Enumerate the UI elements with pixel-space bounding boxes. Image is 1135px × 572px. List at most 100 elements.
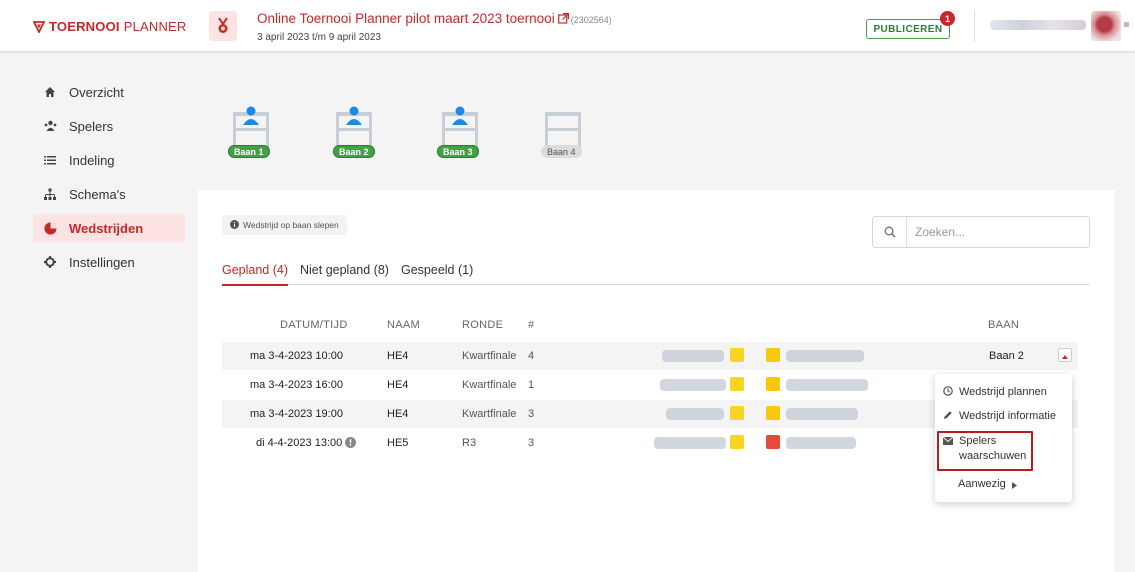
player-names-redacted [662, 350, 724, 362]
cell-datetime: ma 3-4-2023 10:00 [250, 350, 343, 362]
tournament-title-text[interactable]: Online Toernooi Planner pilot maart 2023… [257, 11, 555, 26]
sidebar-item-label: Spelers [69, 118, 114, 134]
list-icon [43, 153, 57, 167]
app-logo[interactable]: TOERNOOI PLANNER [33, 19, 187, 34]
player-names-redacted [786, 408, 858, 420]
sidebar-item-label: Overzicht [69, 84, 124, 100]
bracket-icon [43, 187, 57, 201]
player-icon [344, 106, 364, 129]
shield-logo-icon [33, 20, 45, 33]
court-label[interactable]: Baan 1 [228, 145, 270, 158]
caret-right-icon [1011, 480, 1017, 492]
col-header-number[interactable]: # [528, 319, 534, 331]
sidebar-item-wedstrijden[interactable]: Wedstrijden [33, 214, 185, 242]
court-net [545, 128, 581, 131]
player-flag-icon [766, 377, 780, 391]
header-divider [974, 10, 975, 42]
notification-badge: 1 [940, 11, 955, 26]
cell-round: Kwartfinale [462, 379, 517, 391]
user-name-redacted[interactable] [990, 20, 1086, 30]
shuttlecock-icon [43, 221, 57, 235]
sidebar-item-label: Indeling [69, 152, 115, 168]
cell-round: Kwartfinale [462, 350, 517, 362]
player-flag-icon [730, 435, 744, 449]
avatar[interactable] [1091, 11, 1121, 41]
search-box[interactable] [872, 216, 1090, 248]
player-names-redacted [654, 437, 726, 449]
home-icon [43, 85, 57, 99]
medal-icon [209, 11, 237, 41]
col-header-datetime[interactable]: DATUM/TIJD [280, 319, 348, 331]
player-flag-icon [730, 406, 744, 420]
user-menu-chevron-icon[interactable] [1124, 22, 1129, 27]
pencil-icon [943, 410, 953, 423]
cell-name: HE4 [387, 350, 409, 362]
search-icon [873, 217, 907, 247]
search-input[interactable] [907, 217, 1077, 247]
tab-gespeeld[interactable]: Gespeeld (1) [401, 263, 473, 285]
col-header-court[interactable]: BAAN [988, 319, 1019, 331]
publish-button[interactable]: PUBLICEREN [866, 19, 950, 39]
cell-datetime: ma 3-4-2023 19:00 [250, 408, 343, 420]
menu-item-plan[interactable]: Wedstrijd plannen [943, 386, 1047, 399]
cell-number: 3 [528, 437, 535, 449]
cell-round: Kwartfinale [462, 408, 517, 420]
cell-court: Baan 2 [989, 350, 1024, 362]
player-names-redacted [786, 379, 868, 391]
external-link-icon[interactable] [557, 12, 569, 27]
table-row[interactable]: ma 3-4-2023 10:00 HE4 Kwartfinale 4 Baan… [222, 342, 1078, 370]
drag-hint: Wedstrijd op baan slepen [222, 215, 347, 235]
tournament-title[interactable]: Online Toernooi Planner pilot maart 2023… [257, 11, 612, 27]
highlight-annotation [937, 431, 1033, 471]
menu-item-label: Aanwezig [958, 478, 1006, 490]
menu-item-label: Wedstrijd plannen [959, 386, 1047, 398]
sidebar-item-schemas[interactable]: Schema's [33, 180, 185, 208]
player-flag-icon [730, 377, 744, 391]
sidebar-item-spelers[interactable]: Spelers [33, 112, 185, 140]
logo-text-bold: TOERNOOI [49, 19, 120, 34]
col-header-round[interactable]: RONDE [462, 319, 503, 331]
menu-item-info[interactable]: Wedstrijd informatie [943, 410, 1056, 423]
cell-datetime: ma 3-4-2023 16:00 [250, 379, 343, 391]
player-names-redacted [660, 379, 726, 391]
sidebar-item-instellingen[interactable]: Instellingen [33, 248, 185, 276]
cell-name: HE5 [387, 437, 409, 449]
drag-hint-text: Wedstrijd op baan slepen [243, 220, 339, 230]
player-icon [450, 106, 470, 129]
cell-round: R3 [462, 437, 477, 449]
cell-name: HE4 [387, 408, 409, 420]
caret-up-icon [1062, 348, 1068, 362]
cell-datetime: di 4-4-2023 13:00 [256, 437, 343, 449]
cell-number: 4 [528, 350, 535, 362]
menu-item-present[interactable]: Aanwezig [958, 478, 1017, 492]
match-tabs: Gepland (4) Niet gepland (8) Gespeeld (1… [222, 263, 1090, 286]
court-label[interactable]: Baan 3 [437, 145, 479, 158]
sidebar-item-overzicht[interactable]: Overzicht [33, 78, 185, 106]
tournament-dates: 3 april 2023 t/m 9 april 2023 [257, 32, 381, 43]
warning-icon[interactable] [345, 437, 356, 451]
menu-item-label: Wedstrijd informatie [959, 410, 1056, 422]
col-header-name[interactable]: NAAM [387, 319, 420, 331]
sidebar-item-label: Wedstrijden [69, 220, 144, 236]
court-label[interactable]: Baan 2 [333, 145, 375, 158]
top-bar: TOERNOOI PLANNER Online Toernooi Planner… [0, 0, 1135, 52]
cell-name: HE4 [387, 379, 409, 391]
player-names-redacted [786, 350, 864, 362]
player-icon [241, 106, 261, 129]
info-icon [230, 219, 239, 231]
tournament-id: (2302564) [570, 15, 612, 25]
row-actions-toggle[interactable] [1058, 348, 1072, 362]
tab-niet-gepland[interactable]: Niet gepland (8) [300, 263, 389, 285]
player-names-redacted [666, 408, 724, 420]
sidebar-item-indeling[interactable]: Indeling [33, 146, 185, 174]
tab-gepland[interactable]: Gepland (4) [222, 263, 289, 286]
sidebar-item-label: Schema's [69, 186, 126, 202]
cell-number: 1 [528, 379, 535, 391]
gear-icon [43, 255, 57, 269]
court-label[interactable]: Baan 4 [541, 145, 582, 158]
sidebar-nav: Overzicht Spelers Indeling Schema's Weds… [33, 78, 185, 282]
players-icon [43, 119, 57, 133]
player-flag-icon [730, 348, 744, 362]
cell-number: 3 [528, 408, 535, 420]
logo-text-light: PLANNER [123, 19, 187, 34]
